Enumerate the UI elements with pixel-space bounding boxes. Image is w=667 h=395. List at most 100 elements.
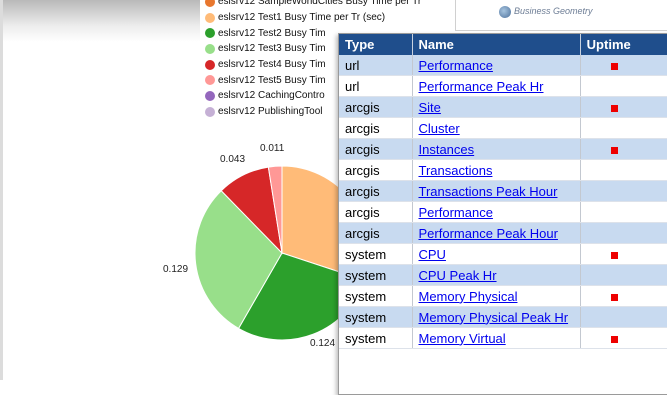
table-header-row: Type Name Uptime: [339, 34, 667, 55]
cell-uptime: [580, 222, 667, 244]
cell-name: CPU: [412, 243, 581, 265]
cell-type: system: [339, 264, 413, 286]
table-row: arcgis Transactions: [339, 159, 667, 181]
table-row: system CPU: [339, 243, 667, 265]
cell-name: Transactions Peak Hour: [412, 180, 581, 202]
map-caption: Business Geometry: [514, 6, 593, 16]
cell-name: Transactions: [412, 159, 581, 181]
uptime-alert-icon: [610, 293, 618, 301]
uptime-alert-icon: [610, 335, 618, 343]
left-frame: [0, 0, 3, 380]
cell-uptime: [580, 159, 667, 181]
column-header-name[interactable]: Name: [412, 34, 581, 55]
legend-label: eslsrv12 CachingContro: [218, 90, 325, 102]
monitor-link[interactable]: Memory Physical: [419, 289, 518, 304]
table-row: system Memory Physical Peak Hr: [339, 306, 667, 328]
cell-uptime: [580, 138, 667, 160]
cell-name: Performance Peak Hr: [412, 75, 581, 97]
cell-uptime: [580, 75, 667, 97]
cell-type: system: [339, 306, 413, 328]
table-row: arcgis Performance: [339, 201, 667, 223]
legend-label: eslsrv12 PublishingTool: [218, 106, 323, 118]
legend-label: eslsrv12 SampleWorldCities Busy Time per…: [218, 0, 422, 8]
monitor-link[interactable]: Instances: [419, 142, 475, 157]
table-row: arcgis Performance Peak Hour: [339, 222, 667, 244]
cell-type: system: [339, 285, 413, 307]
cell-uptime: [580, 55, 667, 76]
uptime-alert-icon: [610, 251, 618, 259]
cell-type: url: [339, 75, 413, 97]
cell-uptime: [580, 285, 667, 307]
pie-value-label: 0.011: [260, 143, 285, 154]
cell-type: arcgis: [339, 222, 413, 244]
cell-type: url: [339, 55, 413, 76]
legend-swatch: [205, 0, 215, 7]
monitor-link[interactable]: Performance Peak Hour: [419, 226, 558, 241]
monitor-link[interactable]: Memory Physical Peak Hr: [419, 310, 569, 325]
monitor-link[interactable]: Performance: [419, 58, 493, 73]
uptime-alert-icon: [610, 146, 618, 154]
monitor-link[interactable]: Cluster: [419, 121, 460, 136]
map-thumbnail[interactable]: Business Geometry: [455, 0, 667, 31]
legend-item[interactable]: eslsrv12 SampleWorldCities Busy Time per…: [205, 0, 421, 10]
table-row: system Memory Virtual: [339, 327, 667, 349]
monitor-link[interactable]: Transactions Peak Hour: [419, 184, 558, 199]
monitor-link[interactable]: Performance: [419, 205, 493, 220]
legend-swatch: [205, 12, 215, 23]
cell-uptime: [580, 201, 667, 223]
cell-type: system: [339, 327, 413, 349]
legend-swatch: [205, 28, 215, 39]
table-row: url Performance Peak Hr: [339, 75, 667, 97]
monitor-link[interactable]: Memory Virtual: [419, 331, 506, 346]
cell-uptime: [580, 306, 667, 328]
uptime-alert-icon: [610, 62, 618, 70]
table-row: arcgis Instances: [339, 138, 667, 160]
table-row: arcgis Transactions Peak Hour: [339, 180, 667, 202]
table-row: arcgis Site: [339, 96, 667, 118]
cell-uptime: [580, 180, 667, 202]
column-header-uptime[interactable]: Uptime: [580, 34, 667, 55]
cell-name: Instances: [412, 138, 581, 160]
table-row: url Performance: [339, 55, 667, 76]
legend-label: eslsrv12 Test3 Busy Tim: [218, 43, 326, 55]
cell-type: arcgis: [339, 180, 413, 202]
status-table-panel: Type Name Uptime url Performance url Perfor…: [338, 33, 667, 395]
cell-name: Performance: [412, 201, 581, 223]
cell-name: CPU Peak Hr: [412, 264, 581, 286]
cell-type: arcgis: [339, 201, 413, 223]
pie-value-label: 0.129: [163, 264, 188, 275]
cell-uptime: [580, 243, 667, 265]
cell-name: Cluster: [412, 117, 581, 139]
legend-swatch: [205, 43, 215, 54]
cell-name: Memory Physical Peak Hr: [412, 306, 581, 328]
table-row: arcgis Cluster: [339, 117, 667, 139]
legend-label: eslsrv12 Test5 Busy Tim: [218, 74, 326, 86]
cell-uptime: [580, 264, 667, 286]
cell-type: arcgis: [339, 117, 413, 139]
cell-name: Performance: [412, 55, 581, 76]
monitor-link[interactable]: Transactions: [419, 163, 493, 178]
status-table: Type Name Uptime url Performance url Perfor…: [339, 34, 667, 349]
monitor-link[interactable]: Site: [419, 100, 441, 115]
legend-label: eslsrv12 Test4 Busy Tim: [218, 59, 326, 71]
legend-swatch: [205, 75, 215, 86]
table-row: system CPU Peak Hr: [339, 264, 667, 286]
cell-name: Performance Peak Hour: [412, 222, 581, 244]
cell-name: Memory Virtual: [412, 327, 581, 349]
legend-swatch: [205, 59, 215, 70]
legend-label: eslsrv12 Test1 Busy Time per Tr (sec): [218, 12, 386, 24]
cell-uptime: [580, 117, 667, 139]
uptime-alert-icon: [610, 104, 618, 112]
legend-item[interactable]: eslsrv12 Test1 Busy Time per Tr (sec): [205, 10, 421, 26]
monitor-link[interactable]: CPU: [419, 247, 446, 262]
window-shadow: [0, 0, 200, 42]
cell-name: Memory Physical: [412, 285, 581, 307]
pie-value-label: 0.043: [220, 154, 245, 165]
monitor-link[interactable]: CPU Peak Hr: [419, 268, 497, 283]
monitor-link[interactable]: Performance Peak Hr: [419, 79, 544, 94]
cell-uptime: [580, 327, 667, 349]
cell-uptime: [580, 96, 667, 118]
cell-type: arcgis: [339, 138, 413, 160]
legend-swatch: [205, 106, 215, 117]
column-header-type[interactable]: Type: [339, 34, 413, 55]
